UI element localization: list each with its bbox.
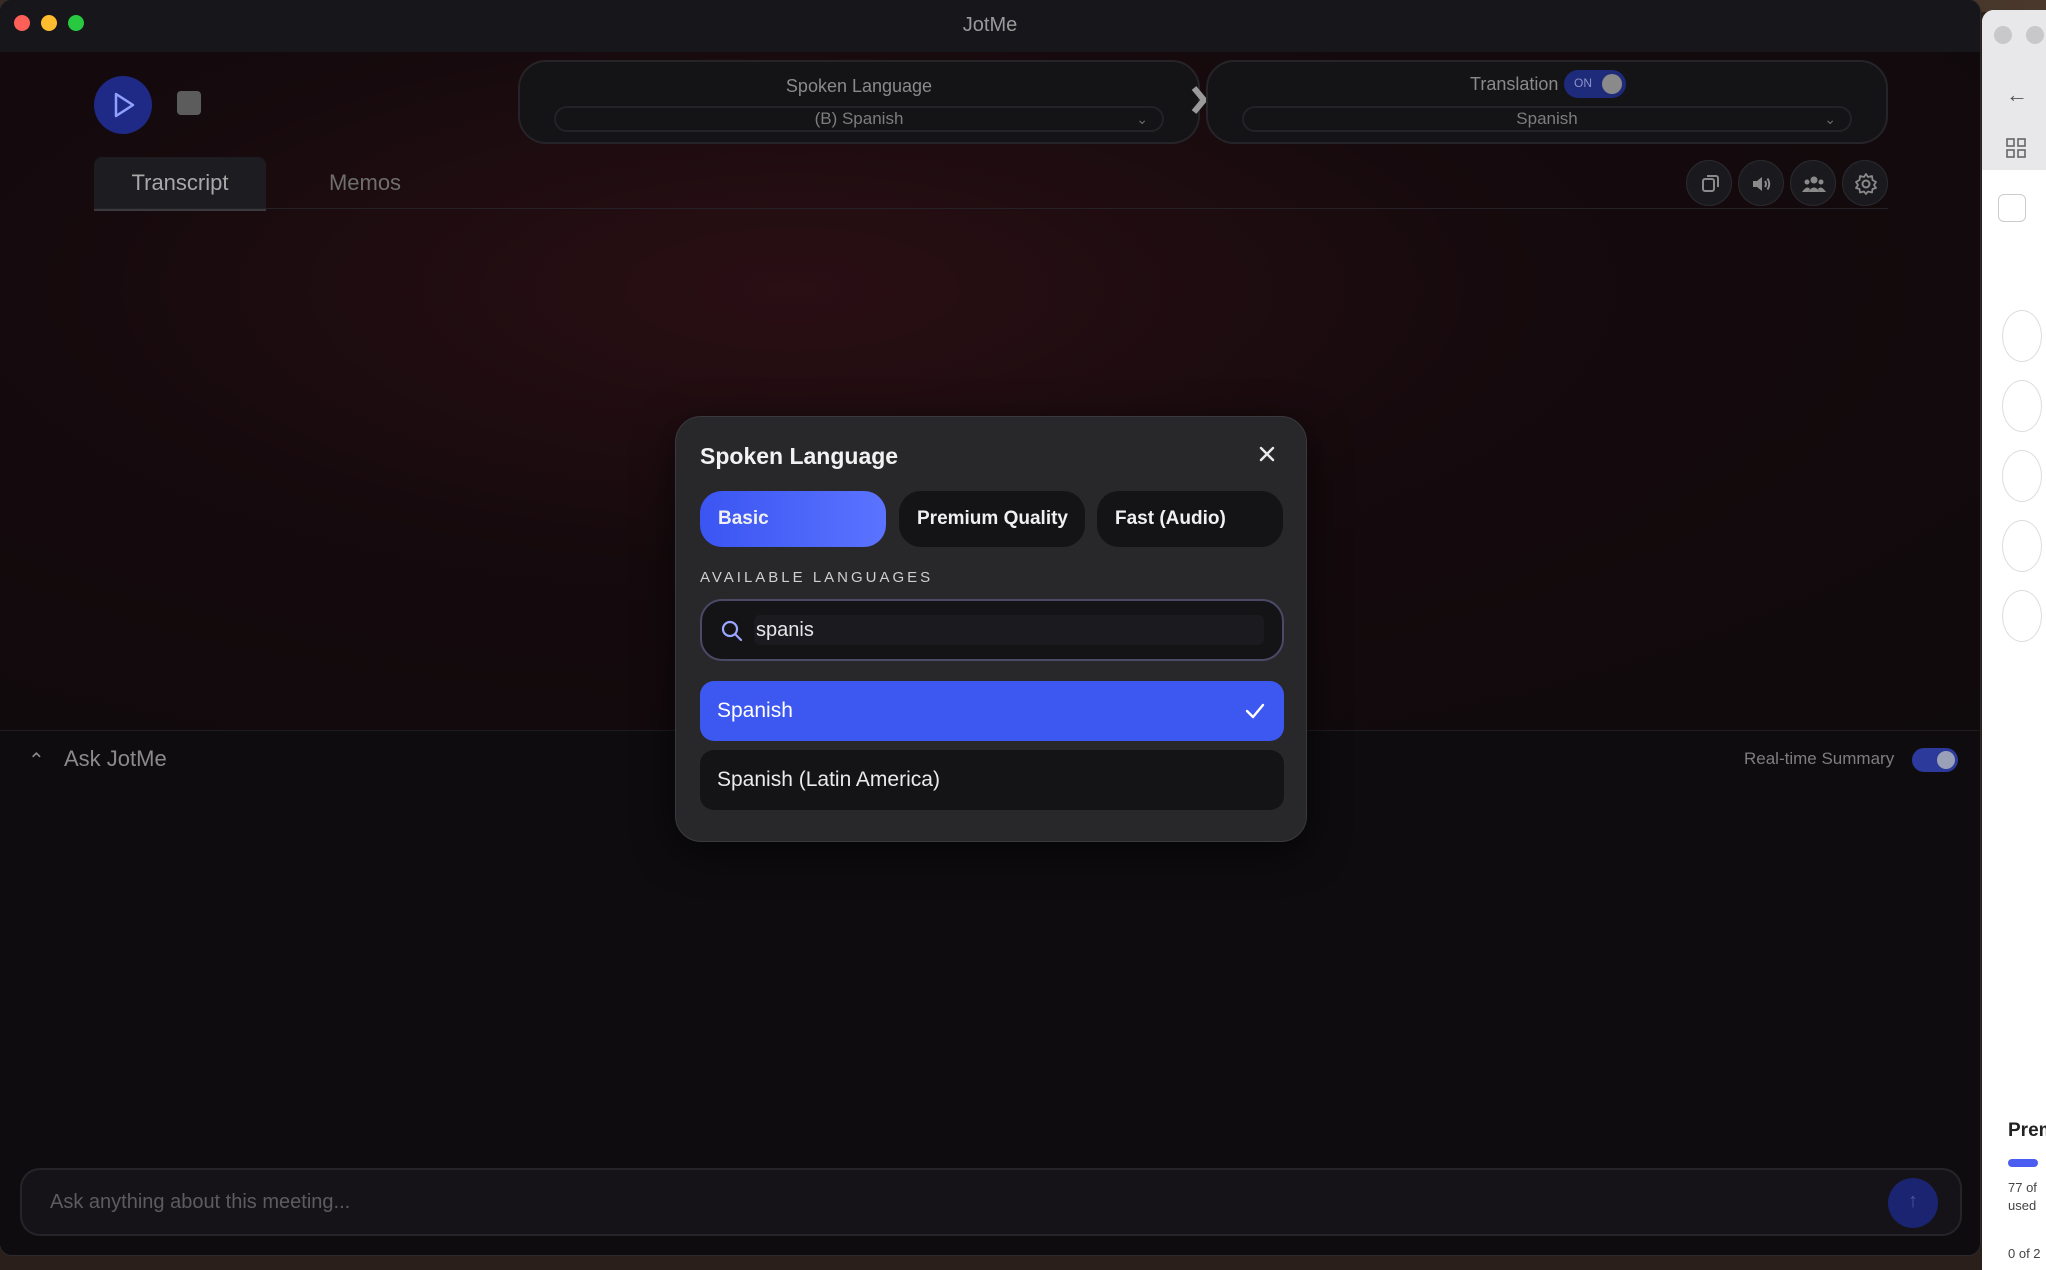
back-arrow-icon[interactable]: ←	[2006, 82, 2028, 108]
speaker-icon	[1753, 177, 1771, 191]
mode-fast-audio-button[interactable]: Fast (Audio)	[1097, 491, 1283, 547]
language-option-spanish[interactable]: Spanish	[700, 681, 1284, 741]
usage-progress-bar	[2008, 1159, 2038, 1167]
translation-toggle-text: ON	[1574, 76, 1592, 90]
play-icon	[114, 92, 135, 118]
side-window: ← Prem 77 of used 0 of 2	[1982, 10, 2046, 1270]
usage-text: used	[2008, 1198, 2037, 1213]
window-title: JotMe	[962, 14, 1018, 36]
chevron-down-icon: ⌄	[1136, 111, 1148, 127]
tab-memos[interactable]: Memos	[300, 157, 430, 209]
language-option-label: Spanish (Latin America)	[717, 768, 940, 791]
usage-text: 77 of	[2008, 1180, 2037, 1195]
chevron-down-icon: ⌄	[1824, 111, 1836, 127]
side-nav-item[interactable]	[2002, 310, 2042, 362]
gear-icon	[1855, 173, 1877, 195]
spoken-language-value: (B) Spanish	[814, 109, 904, 128]
stop-button[interactable]	[177, 91, 201, 115]
translation-panel: Translation ON Spanish ⌄	[1206, 60, 1888, 144]
send-button[interactable]: ↑	[1888, 1178, 1938, 1228]
chevron-up-icon[interactable]: ⌃	[28, 748, 45, 773]
close-icon[interactable]	[1256, 443, 1278, 465]
ask-jotme-title: Ask JotMe	[64, 746, 167, 771]
spoken-language-modal: Spoken Language Basic Premium Quality Fa…	[675, 416, 1307, 842]
play-button[interactable]	[94, 76, 152, 134]
side-nav-item[interactable]	[2002, 520, 2042, 572]
language-search-input[interactable]: spanis	[700, 599, 1284, 661]
plan-title: Prem	[2008, 1120, 2046, 1141]
translation-language-select[interactable]: Spanish ⌄	[1242, 106, 1852, 132]
tabs-divider	[94, 208, 1888, 209]
jotme-window: JotMe Spoken Language (B) Spanish ⌄ Tran…	[0, 0, 1980, 1255]
checkmark-icon	[1245, 703, 1265, 719]
mode-premium-quality-button[interactable]: Premium Quality	[899, 491, 1085, 547]
side-window-dot[interactable]	[1994, 26, 2012, 44]
translation-language-value: Spanish	[1516, 109, 1578, 128]
translation-toggle[interactable]: ON	[1564, 70, 1626, 98]
language-option-label: Spanish	[717, 699, 793, 722]
spoken-language-panel: Spoken Language (B) Spanish ⌄	[518, 60, 1200, 144]
usage-text: 0 of 2	[2008, 1246, 2041, 1261]
side-nav-item[interactable]	[2002, 380, 2042, 432]
language-option-spanish-latin-america[interactable]: Spanish (Latin America)	[700, 750, 1284, 810]
spoken-language-select[interactable]: (B) Spanish ⌄	[554, 106, 1164, 132]
audio-button[interactable]	[1738, 160, 1784, 206]
translation-label: Translation	[1470, 74, 1559, 94]
search-field-highlight	[754, 615, 1264, 645]
side-window-dot[interactable]	[2026, 26, 2044, 44]
search-input-value: spanis	[756, 619, 814, 641]
modal-title: Spoken Language	[700, 443, 899, 469]
mode-basic-button[interactable]: Basic	[700, 491, 886, 547]
people-icon	[1802, 176, 1826, 192]
participants-button[interactable]	[1790, 160, 1836, 206]
realtime-summary-label: Real-time Summary	[1744, 749, 1895, 768]
arrow-up-icon: ↑	[1908, 1190, 1918, 1212]
grid-icon[interactable]	[2006, 138, 2026, 158]
ask-input[interactable]: Ask anything about this meeting... ↑	[20, 1168, 1962, 1236]
available-languages-label: AVAILABLE LANGUAGES	[700, 569, 934, 586]
title-bar: JotMe	[0, 0, 1980, 52]
realtime-summary-toggle[interactable]	[1912, 748, 1958, 772]
collapse-sidebar-button[interactable]	[1998, 194, 2026, 222]
copy-button[interactable]	[1686, 160, 1732, 206]
copy-icon	[1702, 175, 1719, 192]
side-nav-item[interactable]	[2002, 450, 2042, 502]
search-icon	[721, 620, 743, 642]
side-window-titlebar: ←	[1982, 10, 2046, 170]
spoken-language-label: Spoken Language	[785, 76, 933, 96]
tab-transcript[interactable]: Transcript	[94, 157, 266, 211]
settings-button[interactable]	[1842, 160, 1888, 206]
ask-input-placeholder: Ask anything about this meeting...	[50, 1191, 351, 1213]
toggle-knob	[1602, 74, 1622, 94]
toggle-knob	[1937, 751, 1955, 769]
side-nav-item[interactable]	[2002, 590, 2042, 642]
